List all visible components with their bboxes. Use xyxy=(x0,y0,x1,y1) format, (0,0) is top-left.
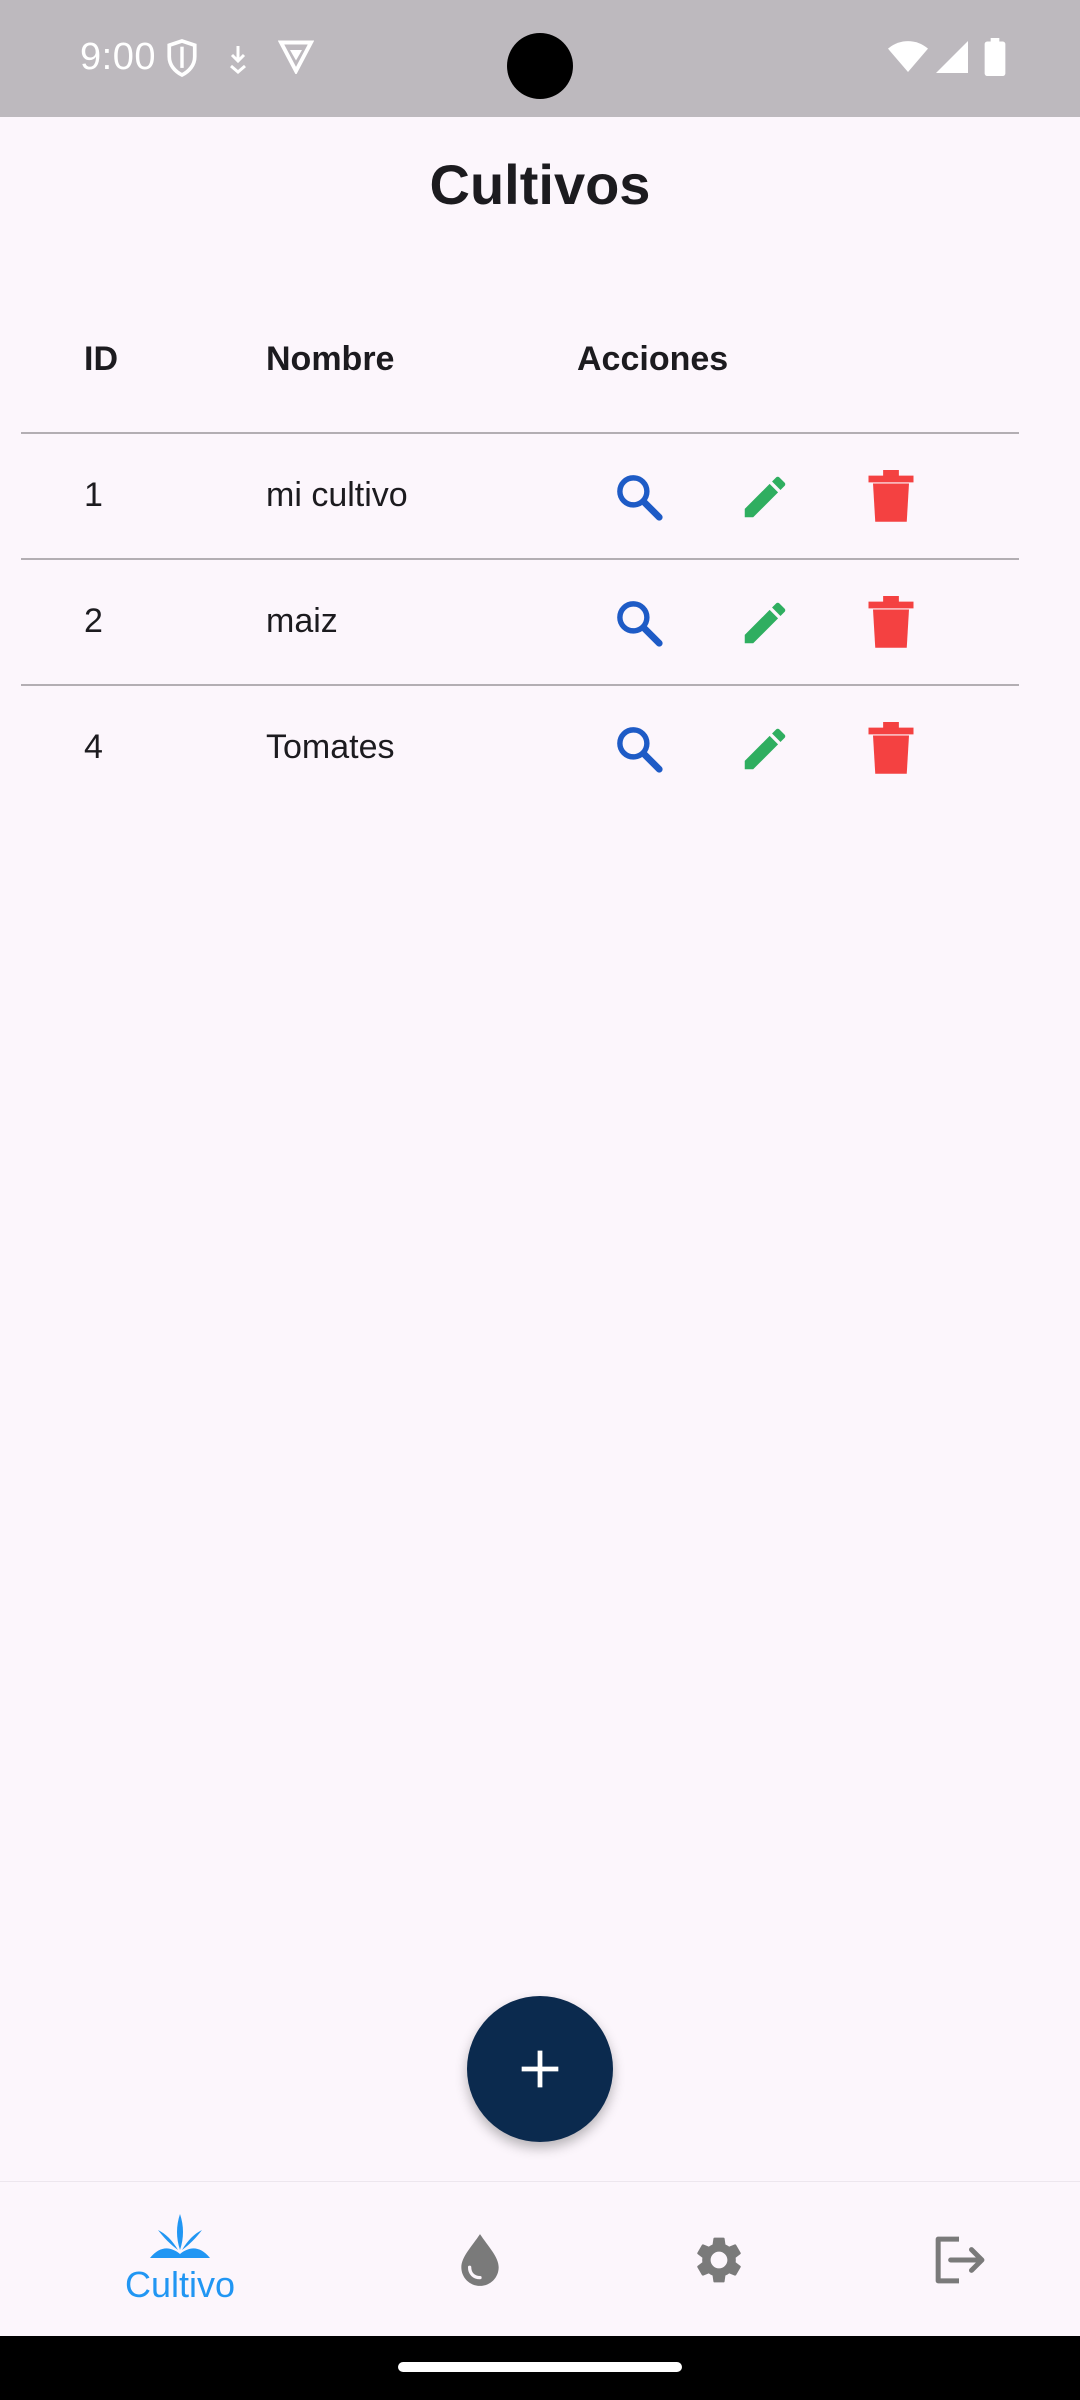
search-icon xyxy=(617,727,663,773)
download-icon xyxy=(226,44,250,79)
nav-item-cultivo[interactable]: Cultivo xyxy=(80,2182,280,2337)
delete-button[interactable] xyxy=(861,719,921,779)
edit-icon xyxy=(744,728,786,770)
add-cultivo-button[interactable] xyxy=(467,1996,613,2142)
view-button[interactable] xyxy=(609,719,669,779)
table-row: 4 Tomates xyxy=(21,686,1019,812)
nav-label-cultivo: Cultivo xyxy=(124,2263,236,2305)
nav-item-logout[interactable] xyxy=(859,2182,1059,2337)
delete-button[interactable] xyxy=(861,593,921,653)
gesture-handle[interactable] xyxy=(398,2362,682,2372)
delete-icon xyxy=(868,596,914,648)
delete-icon xyxy=(868,722,914,774)
status-time: 9:00 xyxy=(80,36,156,78)
row-id: 2 xyxy=(84,602,103,640)
nav-item-riego[interactable] xyxy=(380,2182,580,2337)
shield-icon xyxy=(165,38,199,83)
logout-icon xyxy=(935,2236,985,2283)
delete-icon xyxy=(868,470,914,522)
wifi-icon xyxy=(888,40,928,79)
row-nombre: Tomates xyxy=(266,728,395,766)
vpn-icon xyxy=(277,38,315,79)
camera-cutout xyxy=(507,33,573,99)
search-icon xyxy=(617,475,663,521)
view-button[interactable] xyxy=(609,467,669,527)
column-header-id: ID xyxy=(84,340,118,378)
column-header-nombre: Nombre xyxy=(266,340,395,378)
delete-button[interactable] xyxy=(861,467,921,527)
edit-icon xyxy=(744,602,786,644)
row-id: 4 xyxy=(84,728,103,766)
column-header-acciones: Acciones xyxy=(577,340,729,378)
search-icon xyxy=(617,601,663,647)
row-id: 1 xyxy=(84,476,103,514)
plus-icon xyxy=(521,2050,559,2088)
table-header: ID Nombre Acciones xyxy=(21,290,1019,434)
edit-button[interactable] xyxy=(735,593,795,653)
plant-icon xyxy=(150,2213,210,2258)
nav-item-settings[interactable] xyxy=(619,2182,819,2337)
gear-icon xyxy=(697,2237,741,2282)
edit-button[interactable] xyxy=(735,719,795,779)
status-bar: 9:00 xyxy=(0,0,1080,117)
table-row: 2 maiz xyxy=(21,560,1019,686)
water-drop-icon xyxy=(461,2233,499,2286)
edit-button[interactable] xyxy=(735,467,795,527)
row-nombre: mi cultivo xyxy=(266,476,408,514)
page-title: Cultivos xyxy=(429,153,651,216)
system-navigation-bar xyxy=(0,2336,1080,2400)
cultivos-table: ID Nombre Acciones 1 mi cultivo 2 maiz 4 xyxy=(21,290,1019,812)
battery-icon xyxy=(984,38,1006,81)
bottom-navigation: Cultivo xyxy=(0,2181,1080,2336)
view-button[interactable] xyxy=(609,593,669,653)
row-nombre: maiz xyxy=(266,602,338,640)
signal-icon xyxy=(936,40,968,79)
edit-icon xyxy=(744,476,786,518)
table-row: 1 mi cultivo xyxy=(21,434,1019,560)
